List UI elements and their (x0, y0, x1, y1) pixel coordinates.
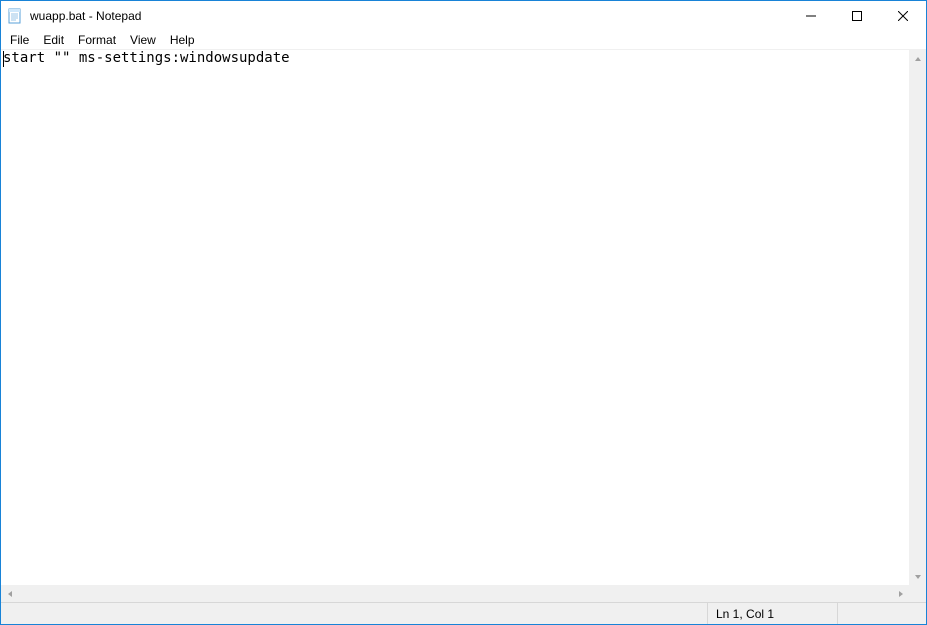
notepad-icon (7, 8, 23, 24)
menu-help[interactable]: Help (163, 32, 202, 48)
minimize-icon (806, 11, 816, 21)
scroll-down-arrow-icon[interactable] (909, 568, 926, 585)
scroll-corner (909, 585, 926, 602)
scroll-up-arrow-icon[interactable] (909, 50, 926, 67)
window-title: wuapp.bat - Notepad (29, 9, 788, 23)
status-spacer (1, 603, 708, 624)
editor-area: start "" ms-settings:windowsupdate (1, 50, 926, 602)
window-controls (788, 1, 926, 31)
vertical-scrollbar[interactable] (909, 50, 926, 585)
status-position: Ln 1, Col 1 (708, 603, 838, 624)
menu-edit[interactable]: Edit (36, 32, 71, 48)
status-tail (838, 603, 926, 624)
close-icon (898, 11, 908, 21)
text-editor[interactable]: start "" ms-settings:windowsupdate (1, 50, 926, 585)
notepad-window: wuapp.bat - Notepad File Edit F (0, 0, 927, 625)
title-bar[interactable]: wuapp.bat - Notepad (1, 1, 926, 31)
horizontal-scrollbar[interactable] (1, 585, 926, 602)
close-button[interactable] (880, 1, 926, 31)
menu-format[interactable]: Format (71, 32, 123, 48)
maximize-button[interactable] (834, 1, 880, 31)
menu-file[interactable]: File (3, 32, 36, 48)
scroll-left-arrow-icon[interactable] (1, 585, 18, 602)
menu-bar: File Edit Format View Help (1, 31, 926, 50)
menu-view[interactable]: View (123, 32, 163, 48)
status-bar: Ln 1, Col 1 (1, 602, 926, 624)
editor-content[interactable]: start "" ms-settings:windowsupdate (3, 50, 909, 585)
maximize-icon (852, 11, 862, 21)
scroll-right-arrow-icon[interactable] (892, 585, 909, 602)
minimize-button[interactable] (788, 1, 834, 31)
